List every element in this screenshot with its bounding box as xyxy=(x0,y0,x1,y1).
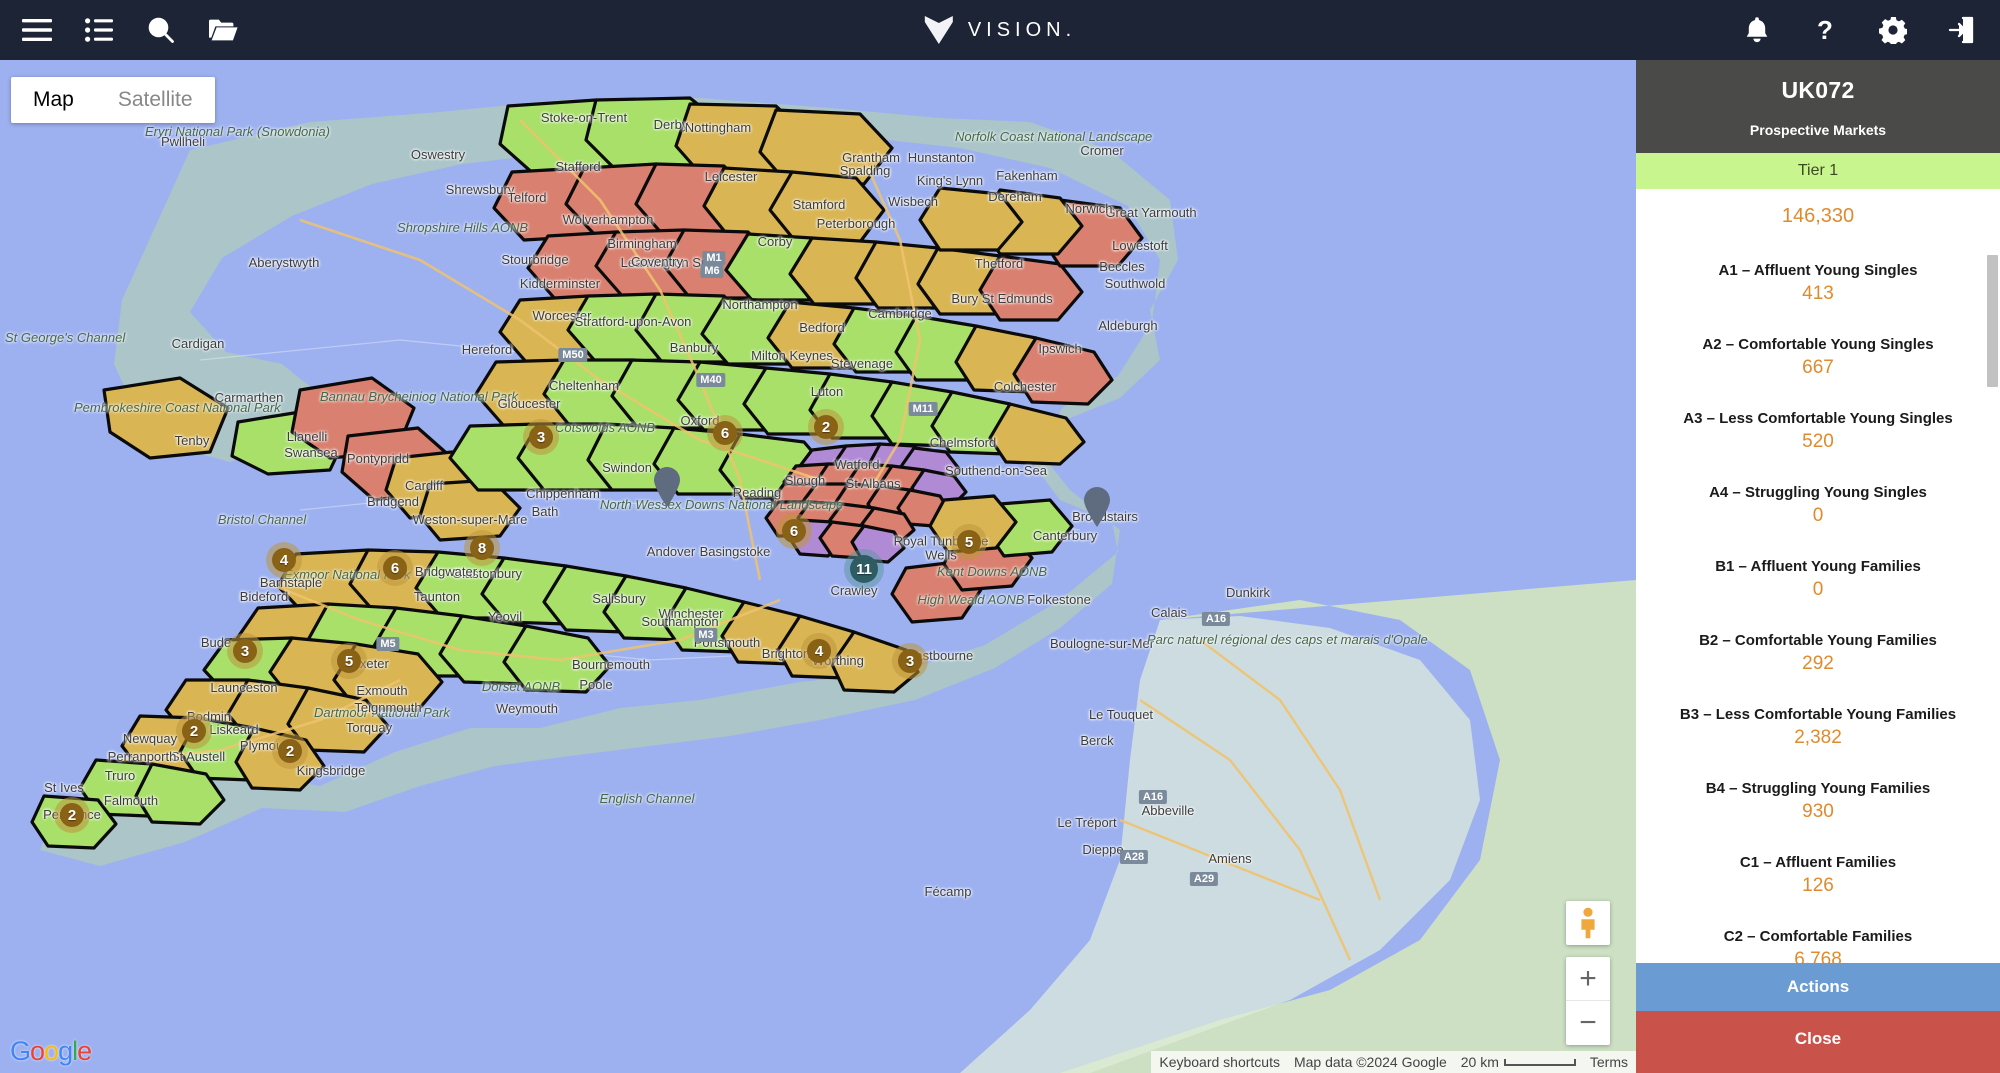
question-mark-icon[interactable]: ? xyxy=(1808,13,1842,47)
panel-subtitle: Prospective Markets xyxy=(1749,122,1887,138)
tier-badge: Tier 1 xyxy=(1636,153,2000,189)
map-cluster-marker[interactable]: 11 xyxy=(850,555,878,583)
segment-row: B4 – Struggling Young Families 930 xyxy=(1648,780,1988,823)
map-markers-layer: 2 2 2 3 5 4 6 8 3 6 2 6 11 5 4 3 xyxy=(0,60,1636,1073)
segment-row: A3 – Less Comfortable Young Singles 520 xyxy=(1648,410,1988,453)
map-cluster-marker[interactable]: 6 xyxy=(713,421,737,445)
segment-value: 126 xyxy=(1802,875,1834,896)
segment-value: 6,768 xyxy=(1794,949,1842,963)
bell-icon[interactable] xyxy=(1740,13,1774,47)
sign-out-icon[interactable] xyxy=(1944,13,1978,47)
segment-row: B2 – Comfortable Young Families 292 xyxy=(1648,632,1988,675)
map-cluster-marker[interactable]: 2 xyxy=(182,719,206,743)
map-cluster-marker[interactable]: 3 xyxy=(898,649,922,673)
map-attribution-bar: Keyboard shortcuts Map data ©2024 Google… xyxy=(1151,1051,1636,1073)
segment-row: A2 – Comfortable Young Singles 667 xyxy=(1648,336,1988,379)
map-viewport[interactable]: Map Satellite Pwllheli Eryri National Par… xyxy=(0,60,1636,1073)
panel-scrollbar-thumb[interactable] xyxy=(1987,255,1998,387)
gear-icon[interactable] xyxy=(1876,13,1910,47)
google-logo-letter: e xyxy=(77,1036,92,1066)
google-logo-letter: G xyxy=(10,1036,31,1066)
map-cluster-marker[interactable]: 8 xyxy=(470,536,494,560)
segment-label: A1 – Affluent Young Singles xyxy=(1718,262,1918,279)
segment-label: B1 – Affluent Young Families xyxy=(1715,558,1921,575)
segment-value: 667 xyxy=(1802,357,1834,378)
keyboard-shortcuts-link[interactable]: Keyboard shortcuts xyxy=(1159,1054,1280,1070)
topbar-right-actions: ? xyxy=(1740,13,2000,47)
segment-row: A1 – Affluent Young Singles 413 xyxy=(1648,262,1988,305)
segment-label: B3 – Less Comfortable Young Families xyxy=(1679,706,1957,723)
detail-panel: UK072 Prospective Markets Tier 1 146,330… xyxy=(1636,60,2000,1073)
segment-value: 0 xyxy=(1812,579,1824,600)
segment-label: C1 – Affluent Families xyxy=(1739,854,1897,871)
map-scale-bar: 20 km xyxy=(1461,1054,1576,1070)
google-logo-letter: o xyxy=(30,1036,45,1066)
segment-value: 2,382 xyxy=(1794,727,1842,748)
segment-label: B4 – Struggling Young Families xyxy=(1705,780,1931,797)
map-cluster-marker[interactable]: 2 xyxy=(278,739,302,763)
segment-value: 0 xyxy=(1812,505,1824,526)
map-cluster-marker[interactable]: 6 xyxy=(383,556,407,580)
brand-name: VISION. xyxy=(967,18,1077,41)
map-cluster-marker[interactable]: 2 xyxy=(60,803,84,827)
segment-row: B1 – Affluent Young Families 0 xyxy=(1648,558,1988,601)
map-scale-label: 20 km xyxy=(1460,1054,1499,1070)
map-location-pin[interactable] xyxy=(1082,486,1112,528)
map-cluster-marker[interactable]: 2 xyxy=(814,415,838,439)
panel-header: UK072 Prospective Markets xyxy=(1636,60,2000,153)
segment-label: C2 – Comfortable Families xyxy=(1723,928,1913,945)
total-value: 146,330 xyxy=(1781,205,1855,227)
search-icon[interactable] xyxy=(144,13,178,47)
google-logo[interactable]: Google xyxy=(10,1036,92,1067)
panel-title: UK072 xyxy=(1781,77,1855,103)
map-cluster-marker[interactable]: 6 xyxy=(782,519,806,543)
zoom-controls[interactable]: + − xyxy=(1566,957,1610,1045)
segment-value: 930 xyxy=(1802,801,1834,822)
zoom-out-button[interactable]: − xyxy=(1566,1001,1610,1045)
panel-scrollbar-track[interactable] xyxy=(1987,189,1998,963)
vision-chevron-logo-icon xyxy=(924,14,954,46)
folder-open-icon[interactable] xyxy=(206,13,240,47)
map-cluster-marker[interactable]: 4 xyxy=(272,548,296,572)
segment-row: C2 – Comfortable Families 6,768 xyxy=(1648,928,1988,963)
actions-button[interactable]: Actions xyxy=(1636,963,2000,1011)
map-cluster-marker[interactable]: 4 xyxy=(807,639,831,663)
segment-row: C1 – Affluent Families 126 xyxy=(1648,854,1988,897)
google-logo-letter: g xyxy=(58,1036,73,1066)
segment-row: B3 – Less Comfortable Young Families 2,38… xyxy=(1648,706,1988,749)
terms-link[interactable]: Terms xyxy=(1590,1054,1628,1070)
map-type-satellite-button[interactable]: Satellite xyxy=(96,77,215,123)
top-navigation-bar: VISION. ? xyxy=(0,0,2000,60)
map-cluster-marker[interactable]: 5 xyxy=(957,530,981,554)
scale-bar-graphic xyxy=(1503,1058,1576,1066)
map-type-map-button[interactable]: Map xyxy=(11,77,96,123)
panel-scroll-area[interactable]: 146,330 A1 – Affluent Young Singles 413 A2… xyxy=(1636,189,2000,963)
segment-value: 292 xyxy=(1802,653,1834,674)
segment-label: A2 – Comfortable Young Singles xyxy=(1702,336,1934,353)
segment-label: B2 – Comfortable Young Families xyxy=(1699,632,1937,649)
close-button[interactable]: Close xyxy=(1636,1011,2000,1073)
segment-label: A4 – Struggling Young Singles xyxy=(1709,484,1927,501)
street-view-pegman-icon[interactable] xyxy=(1566,901,1610,945)
google-logo-letter: o xyxy=(44,1036,59,1066)
svg-text:?: ? xyxy=(1817,16,1833,44)
segment-value: 413 xyxy=(1802,283,1834,304)
map-data-credit: Map data ©2024 Google xyxy=(1293,1054,1447,1070)
app-brand: VISION. xyxy=(924,14,1076,46)
topbar-left-actions xyxy=(0,13,240,47)
map-type-switcher[interactable]: Map Satellite xyxy=(11,77,215,123)
zoom-in-button[interactable]: + xyxy=(1566,957,1610,1001)
segment-label: A3 – Less Comfortable Young Singles xyxy=(1683,410,1953,427)
list-icon[interactable] xyxy=(82,13,116,47)
segment-value: 520 xyxy=(1802,431,1834,452)
map-cluster-marker[interactable]: 3 xyxy=(529,425,553,449)
segment-list: 146,330 A1 – Affluent Young Singles 413 A2… xyxy=(1636,189,2000,963)
segment-row: A4 – Struggling Young Singles 0 xyxy=(1648,484,1988,527)
hamburger-menu-icon[interactable] xyxy=(20,13,54,47)
map-location-pin[interactable] xyxy=(652,466,682,508)
map-cluster-marker[interactable]: 3 xyxy=(233,639,257,663)
map-cluster-marker[interactable]: 5 xyxy=(337,649,361,673)
